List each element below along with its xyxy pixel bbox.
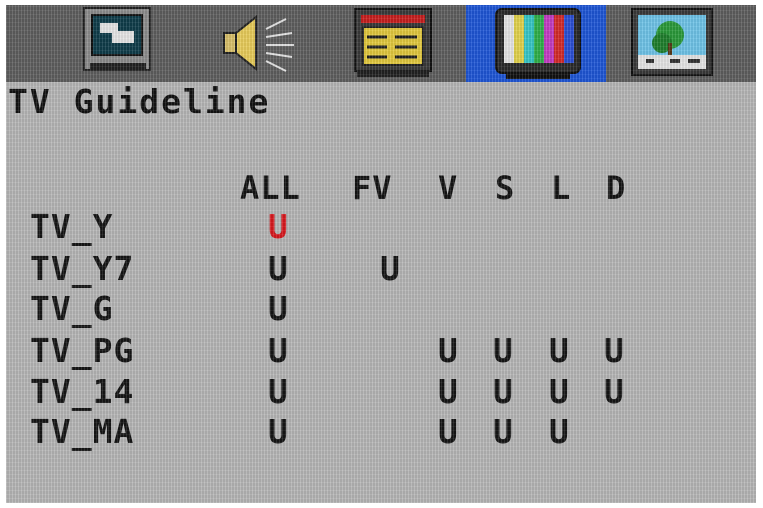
column-header-d: D <box>606 169 627 207</box>
column-header-v: V <box>438 169 459 207</box>
tab-tv[interactable] <box>466 5 606 82</box>
row-label-tv-14: TV_14 <box>30 372 135 411</box>
rating-cell-tv-ma-v[interactable]: U <box>438 415 458 448</box>
rating-cell-tv-pg-all[interactable]: U <box>268 334 288 367</box>
speaker-icon <box>223 14 294 72</box>
rating-cell-tv-14-s[interactable]: U <box>493 375 513 408</box>
rating-cell-tv-g-all[interactable]: U <box>268 292 288 325</box>
page-title: TV Guideline <box>8 82 271 121</box>
monitor-icon <box>83 7 151 71</box>
rating-cell-tv-ma-l[interactable]: U <box>549 415 569 448</box>
menu-tab-bar <box>6 5 756 82</box>
row-label-tv-y7: TV_Y7 <box>30 249 135 288</box>
tab-monitor[interactable] <box>76 5 216 82</box>
rating-cell-tv-ma-s[interactable]: U <box>493 415 513 448</box>
rating-cell-tv-y-all[interactable]: U <box>268 210 288 243</box>
tab-audio[interactable] <box>216 5 356 82</box>
row-label-tv-g: TV_G <box>30 289 114 328</box>
rating-cell-tv-pg-l[interactable]: U <box>549 334 569 367</box>
tv-color-bars-icon <box>495 8 581 79</box>
rating-cell-tv-y7-fv[interactable]: U <box>380 252 400 285</box>
rating-cell-tv-y7-all[interactable]: U <box>268 252 288 285</box>
row-label-tv-y: TV_Y <box>30 207 114 246</box>
column-header-fv: FV <box>352 169 393 207</box>
picture-icon <box>631 8 713 76</box>
rating-cell-tv-14-d[interactable]: U <box>604 375 624 408</box>
column-header-l: L <box>551 169 572 207</box>
rating-cell-tv-pg-s[interactable]: U <box>493 334 513 367</box>
rating-cell-tv-ma-all[interactable]: U <box>268 415 288 448</box>
rating-cell-tv-14-l[interactable]: U <box>549 375 569 408</box>
rating-cell-tv-14-v[interactable]: U <box>438 375 458 408</box>
row-label-tv-ma: TV_MA <box>30 412 135 451</box>
column-header-all: ALL <box>240 169 301 207</box>
rating-cell-tv-14-all[interactable]: U <box>268 375 288 408</box>
tv-osd-screen: TV Guideline ALL FV V S L D TV_Y TV_Y7 T… <box>6 5 756 503</box>
rating-cell-tv-pg-d[interactable]: U <box>604 334 624 367</box>
row-label-tv-pg: TV_PG <box>30 331 135 370</box>
tab-picture[interactable] <box>626 5 756 82</box>
rating-cell-tv-pg-v[interactable]: U <box>438 334 458 367</box>
column-header-s: S <box>495 169 516 207</box>
